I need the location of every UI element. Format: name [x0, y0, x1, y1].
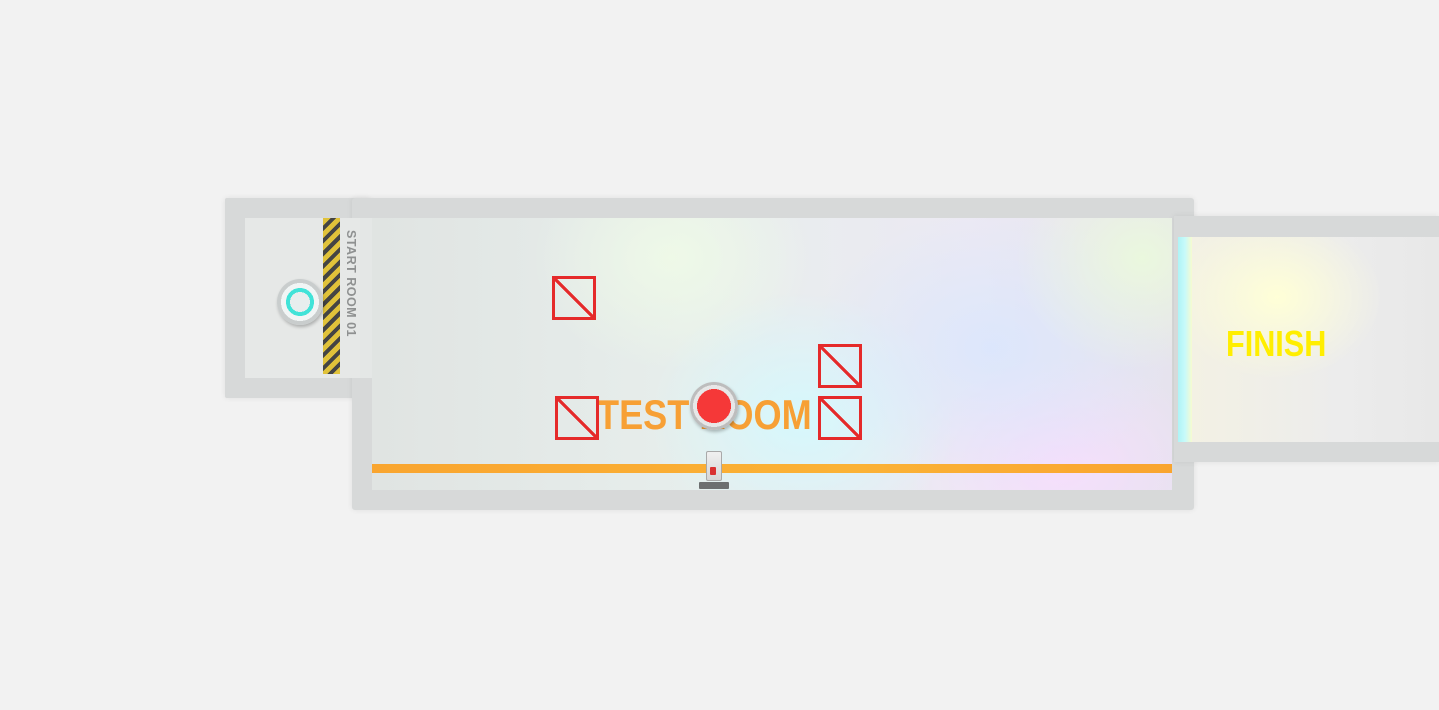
- red-button-icon[interactable]: [690, 382, 738, 430]
- crate-icon[interactable]: [818, 396, 862, 440]
- finish-label: FINISH: [1226, 323, 1327, 364]
- crate-icon[interactable]: [552, 276, 596, 320]
- hazard-stripe: [323, 218, 340, 374]
- turret-body: [706, 451, 722, 481]
- finish-gate: [1178, 237, 1192, 442]
- game-scene: START ROOM 01 TEST ROOM FINISH: [0, 0, 1439, 710]
- turret-light-icon: [710, 467, 716, 475]
- crate-icon[interactable]: [555, 396, 599, 440]
- start-room-sign: START ROOM 01: [344, 230, 358, 337]
- turret-base: [699, 482, 729, 489]
- spawn-pad-icon[interactable]: [277, 279, 323, 325]
- crate-icon[interactable]: [818, 344, 862, 388]
- turret-icon[interactable]: [698, 451, 730, 491]
- orange-floor-line: [372, 464, 1172, 473]
- test-room-floor: [372, 218, 1172, 490]
